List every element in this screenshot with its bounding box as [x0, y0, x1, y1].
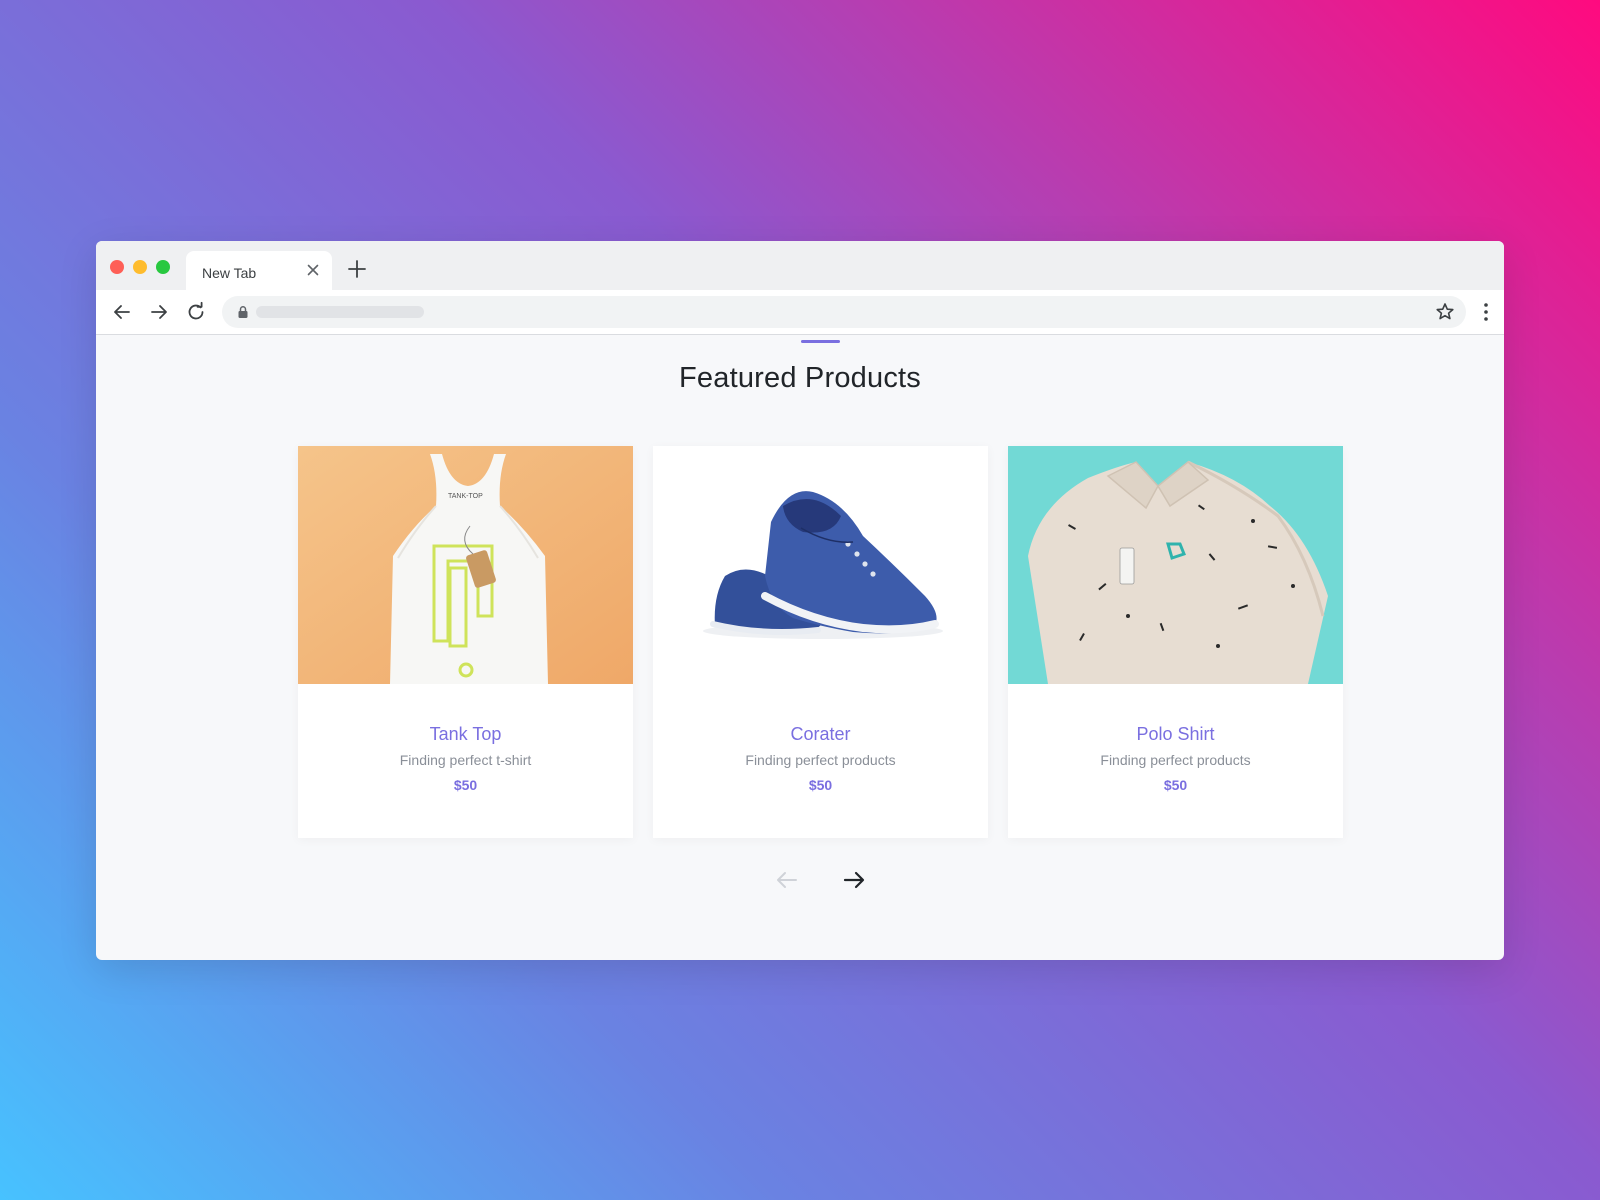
browser-tab[interactable]: New Tab — [186, 251, 332, 290]
url-text-placeholder — [256, 306, 424, 318]
page-title: Featured Products — [679, 362, 921, 394]
product-description: Finding perfect t-shirt — [399, 752, 532, 768]
product-name[interactable]: Polo Shirt — [1008, 724, 1343, 745]
page-content: Featured Products TANK-TOP Tank Top Find… — [96, 334, 1504, 960]
polo-shirt-photo[interactable] — [1008, 446, 1343, 684]
browser-toolbar — [96, 290, 1504, 335]
star-icon[interactable] — [1434, 301, 1456, 323]
tank-top-photo[interactable]: TANK-TOP — [298, 446, 633, 684]
product-price: $50 — [808, 777, 833, 793]
tab-bar: New Tab — [96, 241, 1504, 290]
browser-window: New Tab Featured Products TANK-TOP Tank … — [96, 241, 1504, 960]
arrow-left-icon[interactable] — [773, 866, 801, 894]
window-close-button[interactable] — [110, 260, 124, 274]
address-bar[interactable] — [222, 296, 1466, 328]
reload-icon[interactable] — [184, 300, 208, 324]
close-icon[interactable] — [304, 261, 322, 279]
arrow-right-icon[interactable] — [147, 300, 171, 324]
product-description: Finding perfect products — [1100, 752, 1251, 768]
product-name[interactable]: Corater — [653, 724, 988, 745]
svg-text:TANK-TOP: TANK-TOP — [448, 493, 483, 500]
blue-sneaker-photo[interactable] — [653, 446, 988, 684]
kebab-menu-icon[interactable] — [1482, 300, 1490, 324]
product-description: Finding perfect products — [745, 752, 896, 768]
product-name[interactable]: Tank Top — [298, 724, 633, 745]
arrow-right-icon[interactable] — [840, 866, 868, 894]
product-card[interactable]: Corater Finding perfect products $50 — [653, 446, 988, 838]
window-maximize-button[interactable] — [156, 260, 170, 274]
plus-icon[interactable] — [346, 258, 368, 280]
tab-title: New Tab — [202, 265, 257, 281]
arrow-left-icon[interactable] — [110, 300, 134, 324]
window-minimize-button[interactable] — [133, 260, 147, 274]
product-card[interactable]: TANK-TOP Tank Top Finding perfect t-shir… — [298, 446, 633, 838]
lock-icon — [238, 306, 248, 318]
product-price: $50 — [1163, 777, 1188, 793]
heading-accent-line — [801, 340, 840, 343]
product-card[interactable]: Polo Shirt Finding perfect products $50 — [1008, 446, 1343, 838]
product-price: $50 — [453, 777, 478, 793]
